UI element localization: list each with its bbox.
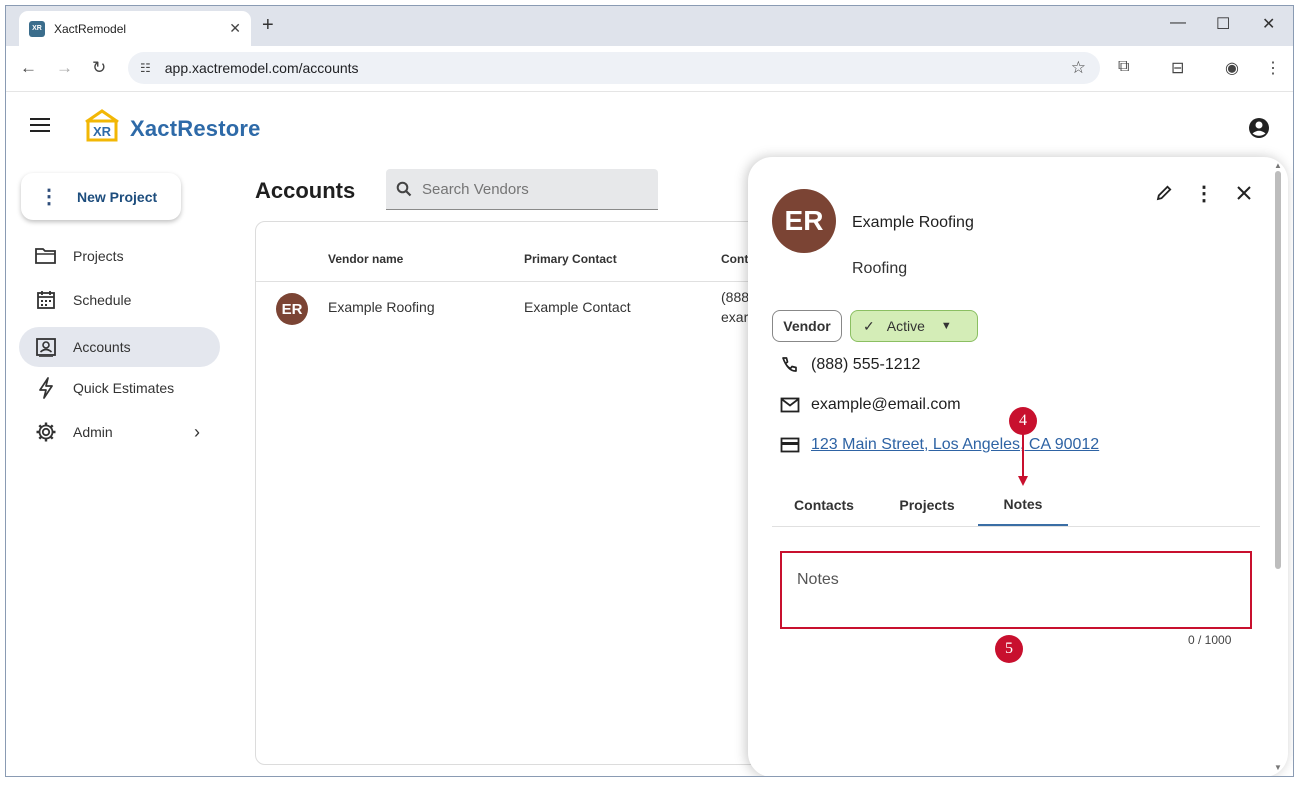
url-text: app.xactremodel.com/accounts: [164, 60, 359, 76]
tab-projects[interactable]: Projects: [876, 483, 978, 526]
contact-card-icon: [19, 337, 73, 357]
panel-scrollbar[interactable]: [1275, 171, 1281, 569]
minimize-icon[interactable]: —: [1170, 14, 1186, 32]
contact-cell-email: exar: [721, 309, 749, 325]
hamburger-menu-icon[interactable]: [30, 118, 50, 132]
xactrestore-logo: XR: [85, 109, 119, 142]
sidebar-item-label: Projects: [73, 248, 124, 264]
tab-strip: XR XactRemodel ✕ + — ☐ ✕: [6, 6, 1293, 46]
tab-contacts[interactable]: Contacts: [772, 483, 876, 526]
phone-number: (888) 555-1212: [811, 356, 921, 373]
sidebar-item-label: Accounts: [73, 339, 131, 355]
vendor-name-cell: Example Roofing: [328, 299, 435, 315]
new-tab-icon[interactable]: +: [262, 14, 274, 37]
reload-icon[interactable]: ↻: [92, 58, 106, 78]
status-dropdown[interactable]: ✓ Active ▼: [850, 310, 978, 342]
vendor-chip[interactable]: Vendor: [772, 310, 842, 342]
step-marker-4: 4: [1009, 407, 1037, 435]
tab-title: XactRemodel: [54, 21, 127, 36]
more-vert-icon: ⋮: [39, 186, 59, 208]
vendor-detail-panel: ▲ ▼ ER Example Roofing Roofing ⋮ Vendor …: [748, 157, 1288, 776]
new-project-button[interactable]: ⋮ New Project: [21, 173, 181, 220]
phone-row: (888) 555-1212: [780, 356, 920, 374]
vendor-name: Example Roofing: [852, 214, 974, 231]
check-icon: ✓: [863, 317, 875, 334]
sidebar-item-projects[interactable]: Projects: [19, 236, 220, 276]
status-label: Active: [886, 318, 925, 334]
forward-arrow-icon[interactable]: →: [56, 58, 73, 78]
column-header-contact[interactable]: Cont: [721, 252, 748, 266]
caret-down-icon: ▼: [940, 320, 952, 332]
column-header-primary-contact[interactable]: Primary Contact: [524, 252, 617, 266]
maximize-icon[interactable]: ☐: [1216, 14, 1230, 34]
panel-tabs: Contacts Projects Notes: [772, 483, 1260, 527]
edit-pencil-icon[interactable]: [1152, 181, 1176, 205]
scroll-down-icon[interactable]: ▼: [1274, 763, 1282, 772]
favicon-icon: XR: [29, 20, 45, 37]
account-circle-icon[interactable]: [1248, 117, 1270, 139]
sidebar-item-label: Quick Estimates: [73, 380, 175, 396]
page-title: Accounts: [255, 178, 356, 203]
browser-tab[interactable]: XR XactRemodel ✕: [19, 11, 251, 46]
extensions-icon[interactable]: ⧉: [1118, 58, 1129, 76]
scroll-up-icon[interactable]: ▲: [1274, 161, 1282, 170]
notes-character-counter: 0 / 1000: [1188, 633, 1232, 647]
sidebar-item-schedule[interactable]: Schedule: [19, 280, 220, 320]
close-icon[interactable]: [1232, 181, 1256, 205]
sidebar-item-admin[interactable]: Admin ›: [19, 412, 220, 452]
address-link[interactable]: 123 Main Street, Los Angeles, CA 90012: [811, 436, 1099, 454]
avatar: ER: [276, 293, 308, 325]
lightning-icon: [19, 377, 73, 399]
accounts-table: Vendor name Primary Contact Cont ER Exam…: [255, 221, 815, 765]
header-divider: [256, 281, 814, 282]
folder-icon: [19, 247, 73, 265]
notes-textarea[interactable]: [797, 571, 1235, 611]
browser-menu-icon[interactable]: ⋮: [1265, 58, 1281, 78]
address-bar[interactable]: ☷ app.xactremodel.com/accounts ☆: [128, 52, 1100, 84]
browser-window: XR XactRemodel ✕ + — ☐ ✕ ← → ↻ ☷ app.xac…: [5, 5, 1294, 777]
search-field[interactable]: [386, 169, 658, 210]
gear-icon: [19, 421, 73, 443]
brand-name: XactRestore: [130, 116, 261, 141]
sidebar-item-quick-estimates[interactable]: Quick Estimates: [19, 368, 220, 408]
sidebar-item-label: Schedule: [73, 292, 132, 308]
back-arrow-icon[interactable]: ←: [20, 58, 37, 78]
bookmark-star-icon[interactable]: ☆: [1071, 58, 1086, 78]
card-icon: [780, 437, 806, 453]
phone-icon: [780, 356, 806, 374]
search-input[interactable]: [422, 180, 642, 198]
profile-icon[interactable]: ◉: [1225, 58, 1239, 78]
more-vert-icon[interactable]: ⋮: [1192, 181, 1216, 205]
sidebar-item-accounts[interactable]: Accounts: [19, 327, 220, 367]
email-address: example@email.com: [811, 396, 961, 413]
vendor-type: Roofing: [852, 260, 908, 277]
step-marker-5: 5: [995, 635, 1023, 663]
mail-icon: [780, 397, 806, 413]
vendor-avatar: ER: [772, 189, 836, 253]
search-icon: [396, 181, 412, 197]
new-project-label: New Project: [77, 188, 158, 205]
email-row: example@email.com: [780, 396, 961, 414]
contact-cell-phone: (888: [721, 289, 750, 305]
primary-contact-cell: Example Contact: [524, 299, 631, 315]
logo-text: XR: [93, 124, 112, 139]
chevron-right-icon: ›: [194, 421, 200, 442]
browser-toolbar: ← → ↻ ☷ app.xactremodel.com/accounts ☆ ⧉…: [6, 46, 1293, 92]
window-close-icon[interactable]: ✕: [1262, 14, 1275, 34]
app-header: XR XactRestore: [6, 92, 1293, 162]
reading-list-icon[interactable]: ⊟: [1171, 58, 1184, 78]
annotation-arrow: [1018, 433, 1028, 486]
column-header-vendor[interactable]: Vendor name: [328, 252, 403, 266]
tab-close-icon[interactable]: ✕: [229, 20, 241, 37]
address-row: 123 Main Street, Los Angeles, CA 90012: [780, 436, 1099, 454]
notes-field-highlight: [780, 551, 1252, 629]
site-info-icon[interactable]: ☷: [140, 61, 151, 75]
calendar-icon: [19, 290, 73, 310]
tab-notes[interactable]: Notes: [978, 483, 1068, 526]
sidebar-item-label: Admin: [73, 424, 113, 440]
